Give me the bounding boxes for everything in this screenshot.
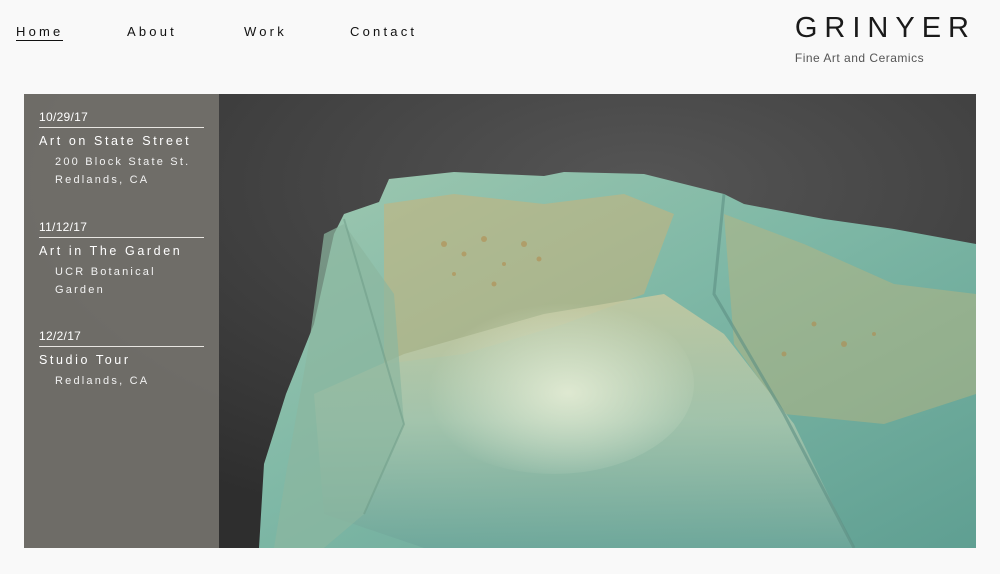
nav-contact-link[interactable]: Contact [350,24,417,39]
event-item[interactable]: 12/2/17 Studio Tour Redlands, CA [39,329,204,390]
site-logo-text[interactable]: GRINYER [795,10,976,46]
event-title[interactable]: Art in The Garden [39,244,204,258]
events-sidebar: 10/29/17 Art on State Street 200 Block S… [24,94,219,548]
event-date: 11/12/17 [39,220,204,238]
event-location: UCR Botanical Garden [55,263,204,299]
event-location-line: Garden [55,284,105,296]
event-date: 12/2/17 [39,329,204,347]
event-location-line: Redlands, CA [55,375,150,387]
nav-home-link[interactable]: Home [16,24,64,41]
site-brand[interactable]: GRINYER Fine Art and Ceramics [795,10,976,65]
site-tagline: Fine Art and Ceramics [794,51,925,65]
event-item[interactable]: 11/12/17 Art in The Garden UCR Botanical… [39,220,204,299]
event-location-line: 200 Block State St. [55,156,191,168]
event-location-line: Redlands, CA [55,174,150,186]
event-date: 10/29/17 [39,110,204,128]
event-location: 200 Block State St. Redlands, CA [55,153,204,189]
event-item[interactable]: 10/29/17 Art on State Street 200 Block S… [39,110,204,189]
event-title[interactable]: Art on State Street [39,134,204,148]
hero-banner: 10/29/17 Art on State Street 200 Block S… [24,94,976,548]
event-location: Redlands, CA [55,372,204,390]
event-location-line: UCR Botanical [55,266,156,278]
nav-about-link[interactable]: About [127,24,177,39]
event-title[interactable]: Studio Tour [39,353,204,367]
nav-work-link[interactable]: Work [244,24,287,39]
